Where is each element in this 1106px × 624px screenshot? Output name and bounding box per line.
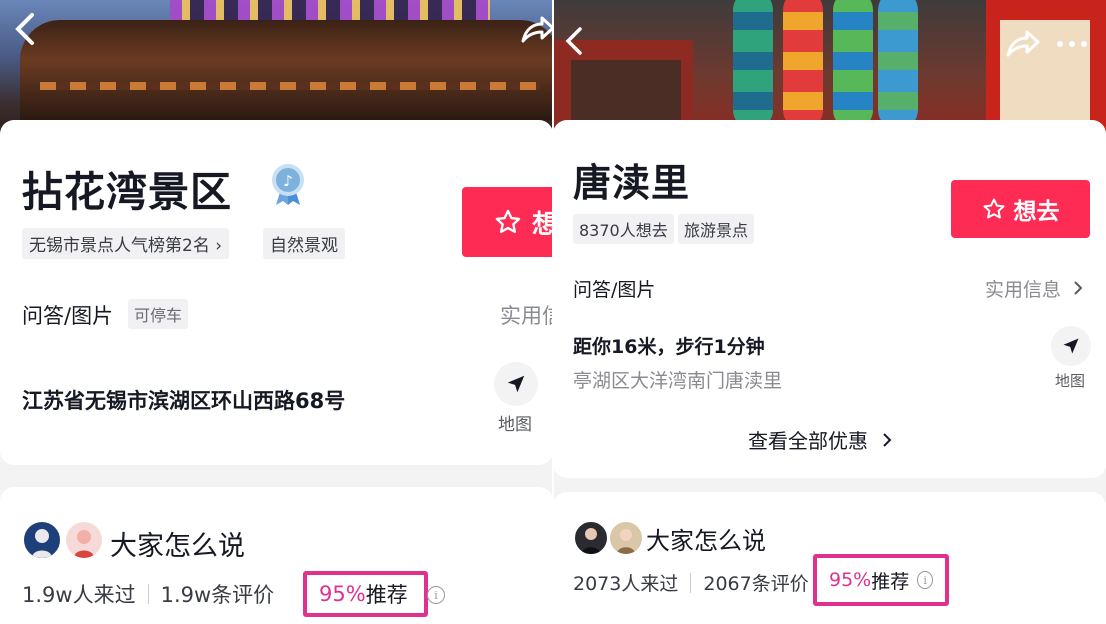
hero-image — [553, 0, 1106, 140]
avatar[interactable] — [573, 520, 609, 556]
right-screen: 唐渎里 8370人想去 旅游景点 想去 问答/图片 实用信息 距你16米，步行1… — [553, 0, 1106, 624]
reviews-card: 大家怎么说 1.9w人来过 1.9w条评价 95% 推荐 i — [0, 487, 553, 624]
recommend-label: 推荐 — [365, 583, 408, 607]
avatar[interactable] — [22, 520, 62, 560]
map-button[interactable] — [1051, 326, 1091, 366]
category-tag: 自然景观 — [263, 228, 345, 259]
visited-count: 2073人来过 — [573, 573, 679, 595]
recommend-rate-badge[interactable]: 95% 推荐 — [303, 571, 428, 617]
want-label: 想去 — [1013, 199, 1060, 225]
all-offers-link[interactable]: 查看全部优惠 — [748, 425, 892, 454]
ranking-tag[interactable]: 无锡市景点人气榜第2名 › — [22, 228, 230, 259]
stats-row: 1.9w人来过 1.9w条评价 — [22, 579, 274, 609]
want-to-go-button[interactable]: 想去 — [462, 187, 553, 257]
reviews-card: 大家怎么说 2073人来过 2067条评价 95% 推荐 i — [553, 492, 1106, 624]
navigation-arrow-icon — [1061, 336, 1081, 356]
info-circle-icon[interactable]: i — [427, 586, 445, 604]
chevron-right-icon — [882, 429, 892, 453]
want-to-go-button[interactable]: 想去 — [951, 180, 1090, 238]
share-icon[interactable] — [520, 14, 553, 49]
map-button[interactable] — [494, 362, 538, 406]
section-title: 大家怎么说 — [110, 531, 245, 562]
lantern-decor — [878, 0, 918, 130]
address-text: 江苏省无锡市滨湖区环山西路68号 — [22, 389, 346, 413]
verified-badge-icon: ♪ — [270, 162, 306, 210]
practical-info-label: 实用信息 — [985, 279, 1062, 301]
divider — [690, 572, 692, 593]
star-outline-icon — [982, 197, 1006, 221]
navigation-arrow-icon — [505, 373, 527, 395]
hero-image — [0, 0, 553, 140]
practical-info-link[interactable]: 实用信息 — [985, 275, 1083, 302]
section-title: 大家怎么说 — [646, 527, 766, 555]
recommend-pct: 95% — [829, 569, 872, 591]
review-count[interactable]: 2067条评价 — [703, 569, 808, 596]
avatar[interactable] — [608, 520, 644, 556]
recommend-rate-badge[interactable]: 95% 推荐 i — [813, 554, 949, 606]
neon-sign-decor — [170, 0, 490, 22]
stats-row: 2073人来过 2067条评价 — [573, 569, 809, 596]
practical-info-link[interactable]: 实用信 — [500, 300, 553, 330]
review-count[interactable]: 1.9w条评价 — [161, 579, 275, 609]
qa-photos-link[interactable]: 问答/图片 — [573, 275, 655, 302]
divider — [552, 0, 554, 624]
qa-photos-link[interactable]: 问答/图片 — [22, 300, 113, 330]
more-dots-icon[interactable] — [1055, 30, 1089, 63]
lantern-decor — [733, 0, 773, 130]
all-offers-label: 查看全部优惠 — [748, 429, 868, 453]
back-icon[interactable] — [563, 26, 585, 61]
back-icon[interactable] — [12, 12, 38, 51]
left-screen: 拈花湾景区 ♪ 无锡市景点人气榜第2名 › 自然景观 想去 问答/图片 可停车 … — [0, 0, 553, 624]
category-tag: 旅游景点 — [678, 214, 755, 244]
info-circle-icon[interactable]: i — [917, 571, 933, 589]
recommend-pct: 95% — [319, 582, 366, 606]
lantern-decor — [783, 0, 823, 130]
pavilion-roof-decor — [20, 20, 553, 120]
lantern-decor — [833, 0, 873, 130]
svg-text:♪: ♪ — [283, 172, 293, 190]
recommend-label: 推荐 — [871, 570, 910, 593]
parking-tag: 可停车 — [128, 299, 189, 329]
distance-text: 距你16米，步行1分钟 — [573, 336, 765, 358]
visited-count: 1.9w人来过 — [22, 583, 136, 607]
chevron-right-icon — [1073, 279, 1083, 301]
star-outline-icon — [494, 208, 522, 236]
map-label[interactable]: 地图 — [498, 410, 532, 435]
divider — [147, 584, 149, 604]
poi-title: 拈花湾景区 — [22, 168, 232, 216]
map-label[interactable]: 地图 — [1055, 370, 1085, 391]
avatar[interactable] — [64, 520, 104, 560]
sign-decor — [986, 0, 1106, 140]
poi-info-card: 唐渎里 8370人想去 旅游景点 想去 问答/图片 实用信息 距你16米，步行1… — [553, 120, 1106, 478]
poi-title: 唐渎里 — [573, 161, 691, 205]
want-label: 想去 — [532, 209, 553, 240]
address-text: 亭湖区大洋湾南门唐渎里 — [573, 370, 783, 392]
share-icon[interactable] — [1005, 28, 1041, 63]
poi-info-card: 拈花湾景区 ♪ 无锡市景点人气榜第2名 › 自然景观 想去 问答/图片 可停车 … — [0, 120, 553, 465]
want-count-tag: 8370人想去 — [573, 214, 674, 244]
